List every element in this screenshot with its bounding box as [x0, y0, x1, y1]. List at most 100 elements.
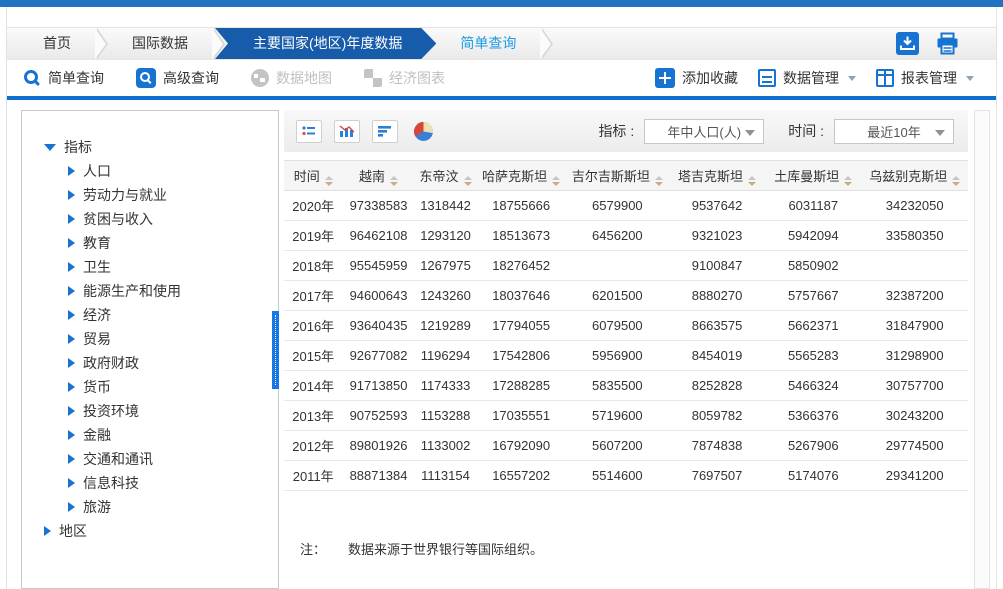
value-cell: 5956900 — [566, 341, 669, 371]
tab-simple-query[interactable]: 简单查询 — [436, 28, 540, 59]
sidebar-item[interactable]: 贸易 — [68, 327, 278, 351]
value-cell: 90752593 — [342, 401, 414, 431]
value-cell: 1318442 — [415, 191, 477, 221]
sidebar-item[interactable]: 投资环境 — [68, 399, 278, 423]
report-management-menu[interactable]: 报表管理 — [876, 68, 974, 88]
value-cell: 1174333 — [415, 371, 477, 401]
list-view-icon[interactable] — [296, 120, 322, 143]
value-cell: 95545959 — [342, 251, 414, 281]
bar-chart-view-icon[interactable] — [334, 120, 360, 143]
indicator-select[interactable]: 年中人口(人) — [644, 119, 764, 144]
sidebar: 指标 人口 劳动力与就业 — [21, 110, 279, 589]
data-map-button: 数据地图 — [251, 68, 332, 88]
triangle-right-icon — [68, 262, 75, 272]
triangle-right-icon — [68, 310, 75, 320]
value-cell: 33580350 — [861, 221, 968, 251]
chevron-down-icon — [966, 76, 974, 81]
add-favorite-button[interactable]: 添加收藏 — [655, 68, 738, 88]
download-icon[interactable] — [896, 32, 919, 55]
year-cell: 2019年 — [284, 221, 342, 251]
triangle-right-icon — [68, 406, 75, 416]
column-header[interactable]: 东帝汶 — [415, 161, 477, 191]
sidebar-item[interactable]: 卫生 — [68, 255, 278, 279]
sidebar-item[interactable]: 教育 — [68, 231, 278, 255]
sort-icon — [844, 176, 852, 186]
column-header[interactable]: 土库曼斯坦 — [765, 161, 861, 191]
value-cell: 5835500 — [566, 371, 669, 401]
top-blue-bar — [0, 0, 1003, 7]
sidebar-item[interactable]: 金融 — [68, 423, 278, 447]
table-body: 2020年97338583131844218755666657990095376… — [284, 191, 968, 491]
column-header[interactable]: 乌兹别克斯坦 — [861, 161, 968, 191]
sidebar-item[interactable]: 信息科技 — [68, 471, 278, 495]
chevron-down-icon — [745, 130, 755, 136]
sort-icon — [552, 176, 560, 186]
breadcrumb: 首页 国际数据 主要国家(地区)年度数据 简单查询 — [7, 27, 996, 60]
indicator-tree: 指标 人口 劳动力与就业 — [22, 111, 278, 543]
value-cell: 7874838 — [669, 431, 765, 461]
simple-query-button[interactable]: 简单查询 — [23, 68, 104, 88]
triangle-down-icon — [44, 144, 56, 151]
table-row: 2013年90752593115328817035551571960080597… — [284, 401, 968, 431]
tree-root-regions[interactable]: 地区 — [44, 519, 278, 543]
data-table: 时间越南东帝汶哈萨克斯坦 吉尔吉斯斯坦塔吉克斯坦 土库曼斯坦乌兹别克斯坦 2020年… — [284, 160, 968, 491]
triangle-right-icon — [68, 358, 75, 368]
value-cell: 30757700 — [861, 371, 968, 401]
sidebar-item[interactable]: 能源生产和使用 — [68, 279, 278, 303]
sidebar-item[interactable]: 贫困与收入 — [68, 207, 278, 231]
time-select[interactable]: 最近10年 — [834, 119, 954, 144]
triangle-right-icon — [68, 430, 75, 440]
column-header[interactable]: 吉尔吉斯斯坦 — [566, 161, 669, 191]
value-cell: 97338583 — [342, 191, 414, 221]
search-icon — [23, 69, 41, 87]
column-header[interactable]: 越南 — [342, 161, 414, 191]
column-header[interactable]: 哈萨克斯坦 — [476, 161, 565, 191]
tab-home[interactable]: 首页 — [19, 28, 95, 59]
footnote-label: 注： — [300, 539, 348, 558]
sidebar-item[interactable]: 旅游 — [68, 495, 278, 519]
value-cell: 9537642 — [669, 191, 765, 221]
sidebar-item[interactable]: 人口 — [68, 159, 278, 183]
tab-annual-data-active[interactable]: 主要国家(地区)年度数据 — [215, 28, 436, 59]
column-header-label: 塔吉克斯坦 — [678, 169, 743, 184]
triangle-right-icon — [68, 454, 75, 464]
sidebar-scrollbar-thumb[interactable] — [272, 311, 279, 389]
tab-international-data[interactable]: 国际数据 — [108, 28, 212, 59]
value-cell: 6456200 — [566, 221, 669, 251]
table-row: 2017年94600643124326018037646620150088802… — [284, 281, 968, 311]
sidebar-item[interactable]: 交通和通讯 — [68, 447, 278, 471]
value-cell: 16557202 — [476, 461, 565, 491]
table-row: 2020年97338583131844218755666657990095376… — [284, 191, 968, 221]
value-cell: 8663575 — [669, 311, 765, 341]
indicator-children: 人口 劳动力与就业 贫困与收入 — [44, 159, 278, 519]
sort-icon — [952, 176, 960, 186]
sidebar-item[interactable]: 政府财政 — [68, 351, 278, 375]
sidebar-item[interactable]: 货币 — [68, 375, 278, 399]
horizontal-bar-view-icon[interactable] — [372, 120, 398, 143]
column-header[interactable]: 塔吉克斯坦 — [669, 161, 765, 191]
triangle-right-icon — [68, 214, 75, 224]
value-cell: 18755666 — [476, 191, 565, 221]
pie-chart-view-icon[interactable] — [410, 120, 436, 143]
table-row: 2016年93640435121928917794055607950086635… — [284, 311, 968, 341]
print-icon[interactable] — [935, 32, 960, 55]
economic-chart-icon — [364, 69, 382, 87]
value-cell: 17794055 — [476, 311, 565, 341]
column-header[interactable]: 时间 — [284, 161, 342, 191]
sidebar-item[interactable]: 经济 — [68, 303, 278, 327]
value-cell: 30243200 — [861, 401, 968, 431]
value-cell: 16792090 — [476, 431, 565, 461]
value-cell: 5565283 — [765, 341, 861, 371]
footnote: 注： 数据来源于世界银行等国际组织。 — [300, 539, 968, 558]
vertical-scrollbar-track[interactable] — [974, 110, 990, 589]
value-cell: 17288285 — [476, 371, 565, 401]
data-management-menu[interactable]: 数据管理 — [758, 68, 856, 88]
tree-root-indicators[interactable]: 指标 — [44, 135, 278, 159]
column-header-label: 哈萨克斯坦 — [482, 169, 547, 184]
economic-chart-button: 经济图表 — [364, 68, 445, 88]
value-cell — [566, 251, 669, 281]
table-row: 2012年89801926113300216792090560720078748… — [284, 431, 968, 461]
year-cell: 2018年 — [284, 251, 342, 281]
sidebar-item[interactable]: 劳动力与就业 — [68, 183, 278, 207]
advanced-query-button[interactable]: 高级查询 — [136, 68, 219, 88]
